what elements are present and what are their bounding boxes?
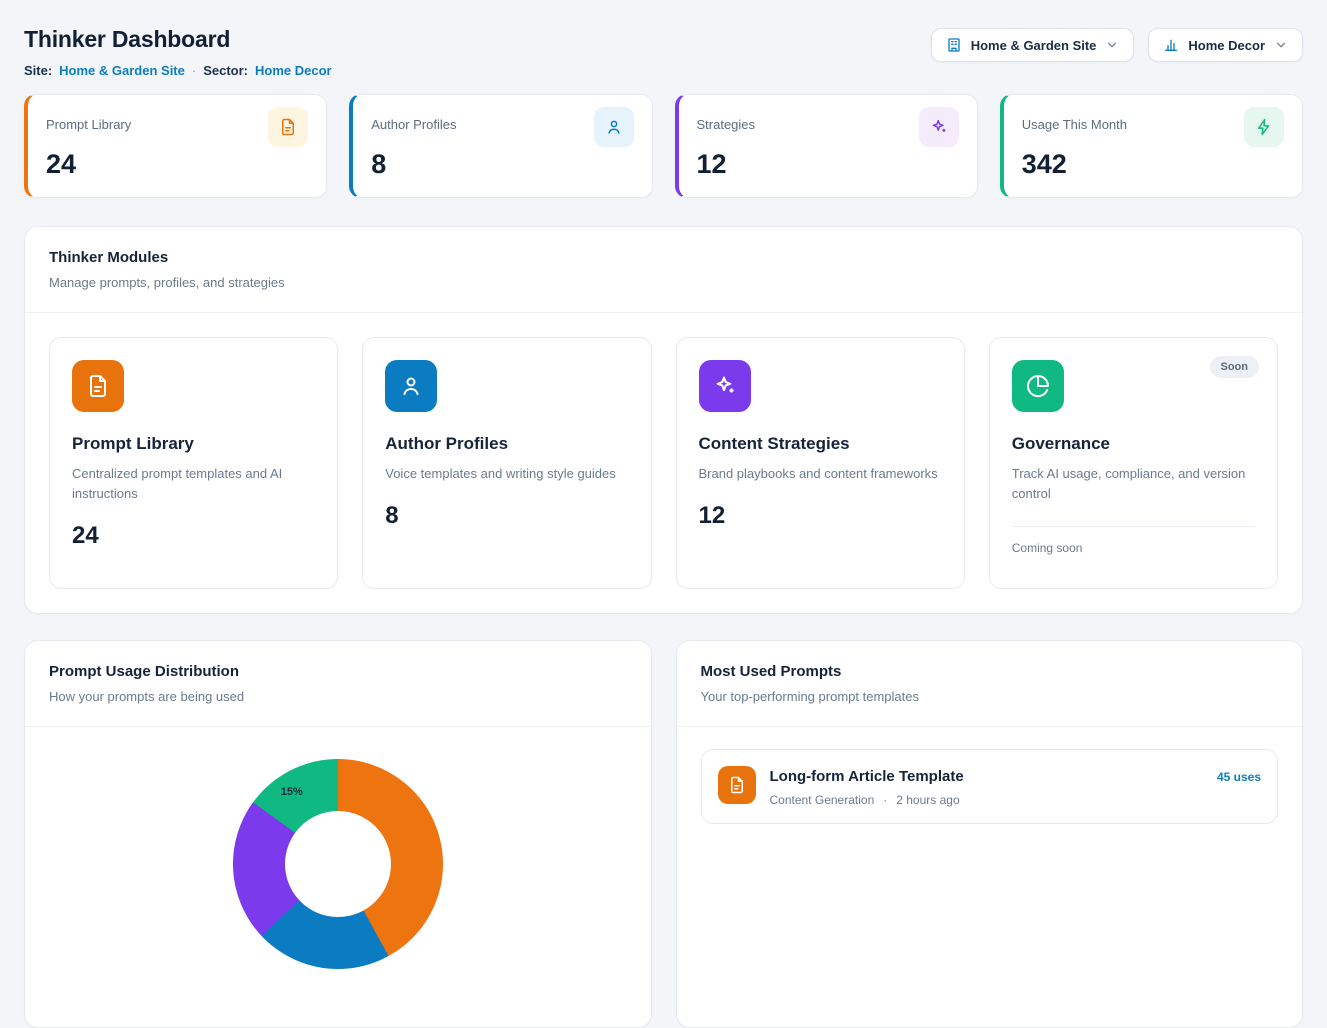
- bar-chart-icon: [1163, 37, 1179, 53]
- building-icon: [946, 37, 962, 53]
- prompt-category: Content Generation: [770, 793, 875, 807]
- stats-row: Prompt Library 24 Author Profiles 8 Stra…: [24, 94, 1303, 198]
- item-text: Long-form Article Template Content Gener…: [770, 766, 964, 807]
- divider: [1012, 526, 1255, 527]
- prompts-panel-header: Most Used Prompts Your top-performing pr…: [677, 641, 1303, 727]
- document-icon: [72, 360, 124, 412]
- stat-card-author-profiles: Author Profiles 8: [349, 94, 652, 198]
- most-used-prompts-panel: Most Used Prompts Your top-performing pr…: [676, 640, 1304, 1028]
- sector-selector-dropdown[interactable]: Home Decor: [1148, 28, 1303, 62]
- module-card-content-strategies[interactable]: Content Strategies Brand playbooks and c…: [676, 337, 965, 589]
- modules-header: Thinker Modules Manage prompts, profiles…: [25, 227, 1302, 313]
- site-selector-dropdown[interactable]: Home & Garden Site: [931, 28, 1135, 62]
- stat-top: Author Profiles: [371, 107, 633, 147]
- site-link[interactable]: Home & Garden Site: [59, 63, 185, 78]
- prompt-title: Long-form Article Template: [770, 768, 964, 785]
- usage-distribution-panel: Prompt Usage Distribution How your promp…: [24, 640, 652, 1028]
- module-card-governance[interactable]: Soon Governance Track AI usage, complian…: [989, 337, 1278, 589]
- module-description: Centralized prompt templates and AI inst…: [72, 464, 312, 504]
- stat-top: Usage This Month: [1022, 107, 1284, 147]
- site-label: Site:: [24, 63, 52, 78]
- usage-panel-title: Prompt Usage Distribution: [49, 663, 627, 680]
- meta-separator: ·: [883, 793, 887, 807]
- bottom-panels: Prompt Usage Distribution How your promp…: [24, 640, 1303, 1028]
- stat-card-usage: Usage This Month 342: [1000, 94, 1303, 198]
- module-title: Author Profiles: [385, 434, 628, 454]
- list-item[interactable]: Long-form Article Template Content Gener…: [701, 749, 1279, 824]
- dashboard-page: Thinker Dashboard Site: Home & Garden Si…: [0, 0, 1327, 1028]
- donut-segment-label: 15%: [281, 786, 303, 798]
- usage-donut: 15%: [233, 759, 443, 969]
- module-description: Voice templates and writing style guides: [385, 464, 625, 484]
- stat-card-strategies: Strategies 12: [675, 94, 978, 198]
- header: Thinker Dashboard Site: Home & Garden Si…: [24, 18, 1303, 78]
- modules-title: Thinker Modules: [49, 249, 1278, 266]
- sector-link[interactable]: Home Decor: [255, 63, 332, 78]
- usage-panel-subtitle: How your prompts are being used: [49, 689, 627, 704]
- sparkle-icon: [919, 107, 959, 147]
- pie-chart-icon: [1012, 360, 1064, 412]
- document-icon: [718, 766, 756, 804]
- stat-top: Strategies: [697, 107, 959, 147]
- meta-separator: ·: [192, 63, 196, 78]
- header-selectors: Home & Garden Site Home Decor: [931, 28, 1303, 62]
- sector-label: Sector:: [203, 63, 248, 78]
- stat-value: 8: [371, 149, 633, 180]
- prompt-meta: Content Generation · 2 hours ago: [770, 793, 964, 807]
- header-left: Thinker Dashboard Site: Home & Garden Si…: [24, 18, 332, 78]
- stat-value: 12: [697, 149, 959, 180]
- coming-soon-text: Coming soon: [1012, 541, 1255, 555]
- module-title: Governance: [1012, 434, 1255, 454]
- soon-badge: Soon: [1210, 356, 1260, 378]
- prompt-time: 2 hours ago: [896, 793, 959, 807]
- stat-value: 342: [1022, 149, 1284, 180]
- module-description: Track AI usage, compliance, and version …: [1012, 464, 1252, 504]
- module-count: 12: [699, 502, 942, 530]
- usage-panel-header: Prompt Usage Distribution How your promp…: [25, 641, 651, 727]
- module-card-author-profiles[interactable]: Author Profiles Voice templates and writ…: [362, 337, 651, 589]
- module-card-prompt-library[interactable]: Prompt Library Centralized prompt templa…: [49, 337, 338, 589]
- modules-grid: Prompt Library Centralized prompt templa…: [25, 313, 1302, 613]
- prompts-list: Long-form Article Template Content Gener…: [677, 727, 1303, 846]
- sector-selector-label: Home Decor: [1188, 38, 1265, 53]
- module-title: Prompt Library: [72, 434, 315, 454]
- uses-count: 45 uses: [1217, 770, 1261, 784]
- prompts-panel-subtitle: Your top-performing prompt templates: [701, 689, 1279, 704]
- modules-subtitle: Manage prompts, profiles, and strategies: [49, 275, 1278, 290]
- stat-label: Author Profiles: [371, 117, 456, 132]
- stat-label: Usage This Month: [1022, 117, 1127, 132]
- stat-label: Strategies: [697, 117, 756, 132]
- stat-card-prompt-library: Prompt Library 24: [24, 94, 327, 198]
- site-selector-label: Home & Garden Site: [971, 38, 1097, 53]
- person-icon: [594, 107, 634, 147]
- stat-value: 24: [46, 149, 308, 180]
- stat-top: Prompt Library: [46, 107, 308, 147]
- document-icon: [268, 107, 308, 147]
- module-count: 8: [385, 502, 628, 530]
- chevron-down-icon: [1274, 38, 1288, 52]
- chevron-down-icon: [1105, 38, 1119, 52]
- thinker-modules-section: Thinker Modules Manage prompts, profiles…: [24, 226, 1303, 614]
- module-count: 24: [72, 522, 315, 550]
- usage-chart-area: 15%: [25, 727, 651, 1027]
- breadcrumb: Site: Home & Garden Site · Sector: Home …: [24, 63, 332, 78]
- module-description: Brand playbooks and content frameworks: [699, 464, 939, 484]
- stat-label: Prompt Library: [46, 117, 131, 132]
- prompts-panel-title: Most Used Prompts: [701, 663, 1279, 680]
- lightning-icon: [1244, 107, 1284, 147]
- page-title: Thinker Dashboard: [24, 26, 332, 53]
- person-icon: [385, 360, 437, 412]
- module-title: Content Strategies: [699, 434, 942, 454]
- sparkle-icon: [699, 360, 751, 412]
